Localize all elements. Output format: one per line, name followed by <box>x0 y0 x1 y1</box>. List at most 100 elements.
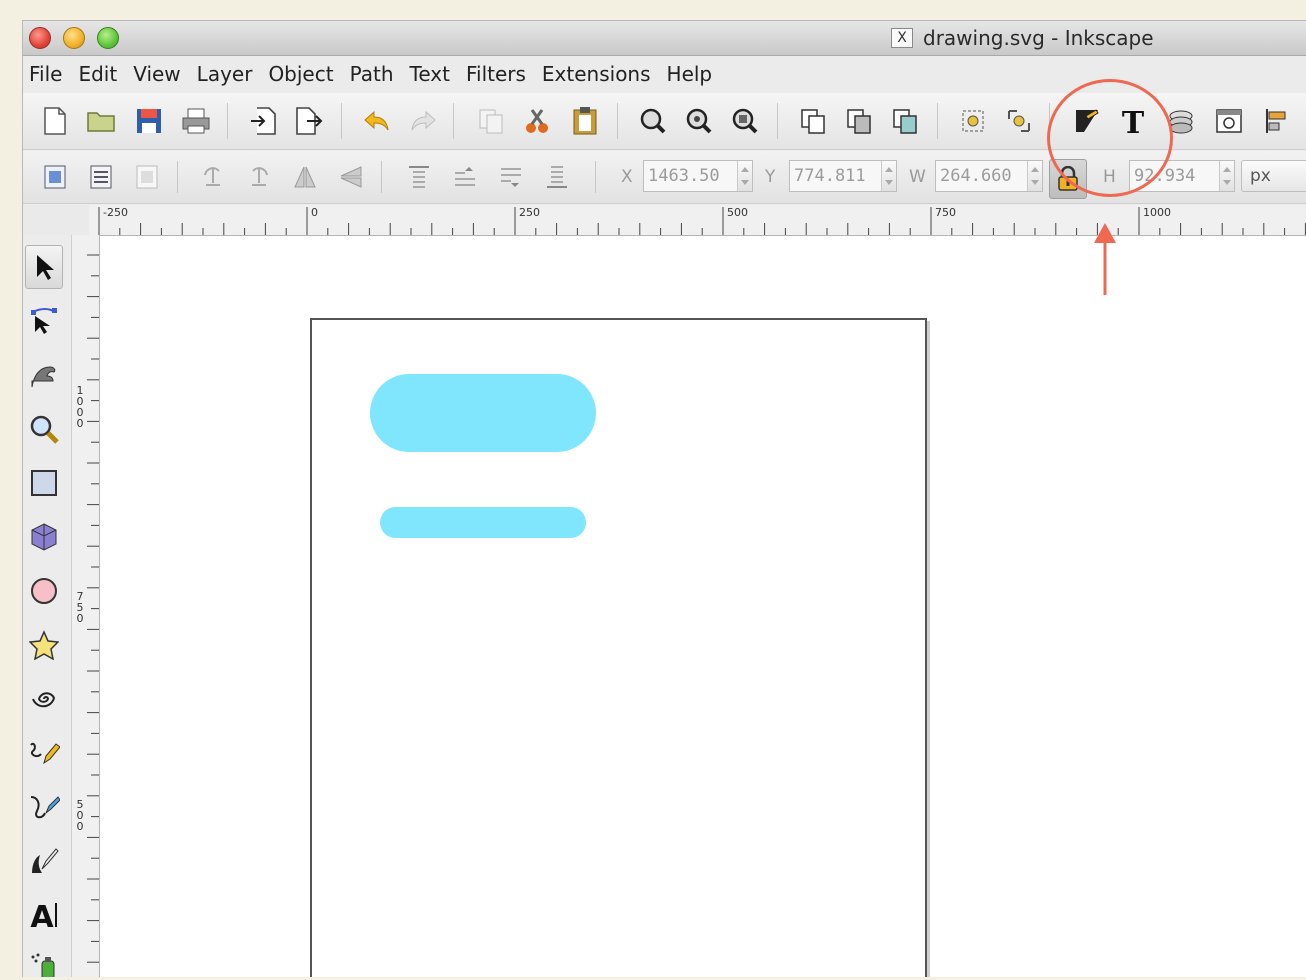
deselect-icon[interactable] <box>131 161 163 193</box>
rotate-ccw-icon[interactable] <box>197 161 229 193</box>
y-field[interactable]: 774.811 <box>789 160 897 192</box>
w-label: W <box>909 167 926 187</box>
zoom-drawing-icon[interactable] <box>683 105 715 137</box>
select-all-icon[interactable] <box>39 161 71 193</box>
horizontal-ruler: -250 0 250 500 750 1000 <box>89 205 1306 236</box>
rotate-cw-icon[interactable] <box>243 161 275 193</box>
toolbar-separator <box>777 103 778 139</box>
raise-icon[interactable] <box>449 161 481 193</box>
menu-extensions[interactable]: Extensions <box>538 62 663 86</box>
w-field[interactable]: 264.660 <box>935 160 1043 192</box>
toolbar-separator <box>595 161 596 193</box>
ruler-label: 750 <box>76 590 84 625</box>
window-title: drawing.svg - Inkscape <box>923 26 1154 50</box>
rounded-rectangle-small[interactable] <box>380 507 586 538</box>
toolbar-separator <box>177 161 178 193</box>
menu-file[interactable]: File <box>25 62 74 86</box>
print-icon[interactable] <box>180 105 212 137</box>
spiral-tool-icon[interactable] <box>25 677 63 721</box>
ruler-label: 1000 <box>76 384 84 430</box>
3d-box-tool-icon[interactable] <box>25 515 63 559</box>
flip-horizontal-icon[interactable] <box>289 161 321 193</box>
menu-path[interactable]: Path <box>346 62 406 86</box>
x-field[interactable]: 1463.50 <box>643 160 753 192</box>
w-value: 264.660 <box>940 166 1012 186</box>
group-icon[interactable] <box>957 105 989 137</box>
inkscape-window: X drawing.svg - Inkscape File Edit View … <box>22 20 1306 977</box>
export-icon[interactable] <box>293 105 325 137</box>
ruler-label: 250 <box>519 206 540 219</box>
undo-icon[interactable] <box>361 105 393 137</box>
ruler-corner <box>23 205 89 236</box>
menu-help[interactable]: Help <box>663 62 725 86</box>
selector-tool-icon[interactable] <box>25 245 63 289</box>
ruler-label: 1000 <box>1143 206 1171 219</box>
ruler-label: 500 <box>76 798 84 833</box>
ellipse-tool-icon[interactable] <box>25 569 63 613</box>
unit-select[interactable]: px <box>1241 160 1306 192</box>
lower-to-bottom-icon[interactable] <box>541 161 573 193</box>
tweak-tool-icon[interactable] <box>25 353 63 397</box>
close-window-button[interactable] <box>29 27 51 49</box>
import-icon[interactable] <box>247 105 279 137</box>
zoom-page-icon[interactable] <box>729 105 761 137</box>
toolbar-separator <box>617 103 618 139</box>
annotation-arrow <box>1094 223 1116 295</box>
menu-edit[interactable]: Edit <box>74 62 129 86</box>
pen-tool-icon[interactable] <box>25 785 63 829</box>
new-document-icon[interactable] <box>39 105 71 137</box>
zoom-window-button[interactable] <box>97 27 119 49</box>
drawing-canvas[interactable] <box>100 236 1306 977</box>
flip-vertical-icon[interactable] <box>335 161 367 193</box>
menu-view[interactable]: View <box>129 62 192 86</box>
h-spin-buttons[interactable] <box>1219 161 1234 191</box>
cut-icon[interactable] <box>521 105 553 137</box>
ruler-label: -250 <box>103 206 128 219</box>
unit-value: px <box>1250 166 1271 186</box>
copy-icon[interactable] <box>475 105 507 137</box>
align-distribute-icon[interactable] <box>1261 105 1293 137</box>
redo-icon[interactable] <box>407 105 439 137</box>
spray-tool-icon[interactable] <box>25 945 63 977</box>
ungroup-icon[interactable] <box>1003 105 1035 137</box>
duplicate-icon[interactable] <box>797 105 829 137</box>
open-folder-icon[interactable] <box>85 105 117 137</box>
horizontal-ruler-ticks <box>98 207 1306 235</box>
y-spin-buttons[interactable] <box>881 161 896 191</box>
rectangle-tool-icon[interactable] <box>25 461 63 505</box>
clone-icon[interactable] <box>843 105 875 137</box>
pencil-tool-icon[interactable] <box>25 731 63 775</box>
select-all-layers-icon[interactable] <box>85 161 117 193</box>
rounded-rectangle-large[interactable] <box>370 374 596 452</box>
zoom-tool-icon[interactable] <box>25 407 63 451</box>
save-icon[interactable] <box>133 105 165 137</box>
unlink-clone-icon[interactable] <box>889 105 921 137</box>
zoom-selection-icon[interactable] <box>637 105 669 137</box>
xml-editor-icon[interactable] <box>1213 105 1245 137</box>
menu-text[interactable]: Text <box>406 62 462 86</box>
menu-filters[interactable]: Filters <box>462 62 538 86</box>
toolbar-separator <box>381 161 382 193</box>
node-tool-icon[interactable] <box>25 299 63 343</box>
star-tool-icon[interactable] <box>25 623 63 667</box>
calligraphy-tool-icon[interactable] <box>25 839 63 883</box>
ruler-label: 500 <box>727 206 748 219</box>
menu-object[interactable]: Object <box>264 62 345 86</box>
raise-to-top-icon[interactable] <box>403 161 435 193</box>
toolbar-separator <box>453 103 454 139</box>
lower-icon[interactable] <box>495 161 527 193</box>
x11-icon: X <box>891 28 913 48</box>
text-tool-icon[interactable]: A <box>25 893 63 937</box>
paste-icon[interactable] <box>569 105 601 137</box>
svg-text:A: A <box>30 900 54 931</box>
window-title-group: X drawing.svg - Inkscape <box>891 25 1154 51</box>
y-label: Y <box>765 167 776 187</box>
toolbar-separator <box>937 103 938 139</box>
minimize-window-button[interactable] <box>63 27 85 49</box>
x-value: 1463.50 <box>648 166 720 186</box>
annotation-circle <box>1047 79 1173 197</box>
toolbar-separator <box>341 103 342 139</box>
menu-layer[interactable]: Layer <box>193 62 265 86</box>
x-spin-buttons[interactable] <box>737 161 752 191</box>
w-spin-buttons[interactable] <box>1027 161 1042 191</box>
